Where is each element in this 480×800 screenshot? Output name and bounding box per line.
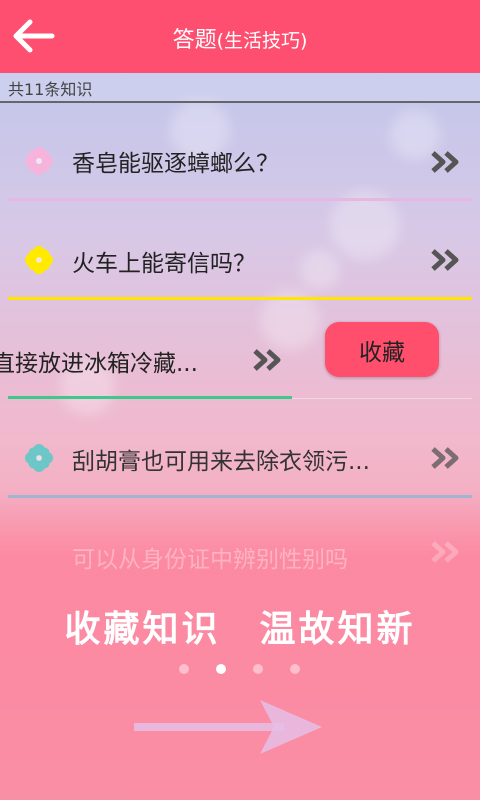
arrow-right-icon: [134, 700, 322, 754]
title-bar: 答题(生活技巧): [0, 0, 480, 73]
row-divider: [8, 198, 472, 201]
promo-slogan: 收藏知识 温故知新: [64, 609, 416, 650]
page-indicator: [0, 664, 480, 678]
row-divider-faint: [292, 398, 472, 399]
row-divider: [8, 297, 472, 300]
list-item[interactable]: 香皂能驱逐蟑螂么？: [0, 110, 480, 208]
favorite-button[interactable]: 收藏: [325, 322, 439, 377]
count-bar: 共11条知识: [0, 73, 480, 103]
double-chevron-right-icon: [253, 349, 281, 371]
knowledge-count: 共11条知识: [8, 80, 93, 99]
question-text: 直接放进冰箱冷藏...: [0, 351, 198, 377]
faded-question-text: 可以从身份证中辨别性别吗: [72, 547, 348, 573]
page-dot[interactable]: [253, 664, 263, 674]
double-chevron-right-icon: [431, 447, 459, 469]
question-text: 刮胡膏也可用来去除衣领污...: [72, 449, 370, 475]
page-title: 答题(生活技巧): [0, 22, 480, 54]
flower-icon: [25, 147, 53, 175]
flower-icon: [25, 444, 53, 472]
double-chevron-right-icon: [431, 541, 459, 563]
page-dot[interactable]: [290, 664, 300, 674]
page-dot[interactable]: [179, 664, 189, 674]
row-divider: [8, 396, 292, 399]
double-chevron-right-icon: [431, 249, 459, 271]
title-main: 答题: [172, 28, 217, 53]
question-text: 香皂能驱逐蟑螂么？: [72, 151, 279, 177]
next-arrow-button[interactable]: [132, 698, 326, 758]
double-chevron-right-icon: [431, 151, 459, 173]
title-sub: (生活技巧): [216, 30, 308, 52]
flower-icon: [25, 246, 53, 274]
question-text: 火车上能寄信吗？: [72, 251, 256, 277]
page-dot-active[interactable]: [216, 664, 226, 674]
list-item[interactable]: 火车上能寄信吗？: [0, 210, 480, 308]
